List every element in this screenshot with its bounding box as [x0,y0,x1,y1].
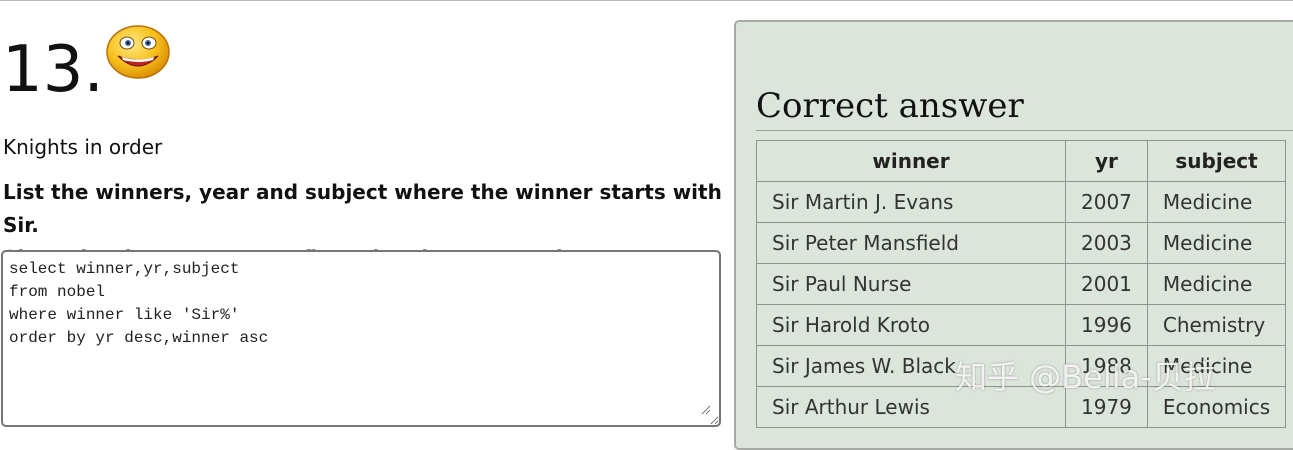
column-header-yr: yr [1065,140,1148,182]
answer-heading: Correct answer [756,86,1024,126]
cell-winner: Sir Arthur Lewis [756,386,1066,428]
cell-subject: Medicine [1146,345,1287,387]
cell-subject: Economics [1146,386,1287,428]
table-row: Sir Martin J. Evans 2007 Medicine [756,181,1287,223]
answer-table-header: winner yr subject [756,140,1287,182]
table-row: Sir Arthur Lewis 1979 Economics [756,386,1287,428]
table-row: Sir James W. Black 1988 Medicine [756,345,1287,387]
top-divider [0,0,1293,1]
cell-yr: 1979 [1065,386,1148,428]
table-row: Sir Harold Kroto 1996 Chemistry [756,304,1287,346]
column-header-subject: subject [1146,140,1287,182]
cell-winner: Sir Paul Nurse [756,263,1066,305]
cell-winner: Sir Harold Kroto [756,304,1066,346]
cell-subject: Medicine [1146,222,1287,264]
question-title: Knights in order [3,135,163,159]
answer-table: winner yr subject Sir Martin J. Evans 20… [756,140,1287,428]
cell-yr: 1996 [1065,304,1148,346]
cell-winner: Sir Peter Mansfield [756,222,1066,264]
sql-editor[interactable]: select winner,yr,subject from nobel wher… [1,250,721,427]
cell-yr: 2007 [1065,181,1148,223]
column-header-winner: winner [756,140,1066,182]
cell-yr: 2001 [1065,263,1148,305]
answer-heading-rule [756,130,1293,131]
table-row: Sir Peter Mansfield 2003 Medicine [756,222,1287,264]
cell-subject: Medicine [1146,181,1287,223]
question-description-line-1: List the winners, year and subject where… [3,180,722,237]
cell-winner: Sir Martin J. Evans [756,181,1066,223]
smiley-face-icon [106,25,170,79]
correct-answer-panel: Correct answer winner yr subject Sir Mar… [734,20,1293,450]
cell-yr: 1988 [1065,345,1148,387]
cell-subject: Chemistry [1146,304,1287,346]
cell-yr: 2003 [1065,222,1148,264]
resize-grip-icon[interactable] [701,405,711,415]
cell-winner: Sir James W. Black [756,345,1066,387]
cell-subject: Medicine [1146,263,1287,305]
question-number: 13. [2,33,104,107]
table-row: Sir Paul Nurse 2001 Medicine [756,263,1287,305]
